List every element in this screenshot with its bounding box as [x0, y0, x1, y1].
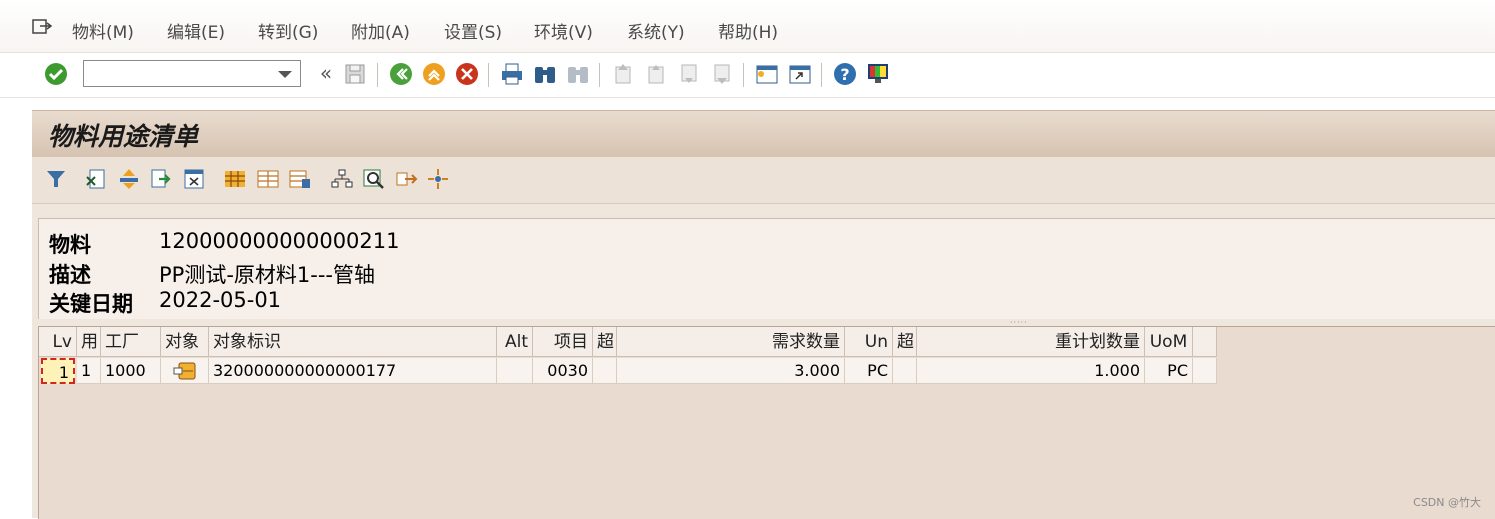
- toolbar-separator: [488, 63, 489, 87]
- menu-help[interactable]: 帮助(H): [718, 18, 778, 43]
- system-toolbar: « ?: [0, 53, 1495, 98]
- expand-icon[interactable]: [117, 167, 141, 191]
- menu-bar: 物料(M) 编辑(E) 转到(G) 附加(A) 设置(S) 环境(V) 系统(Y…: [0, 0, 1495, 53]
- filter-icon[interactable]: [44, 167, 68, 191]
- cell-alt[interactable]: [497, 358, 533, 384]
- chevron-down-icon[interactable]: [278, 71, 292, 78]
- material-value: 120000000000000211: [159, 229, 400, 253]
- splitter-handle[interactable]: ·····: [1010, 318, 1030, 327]
- left-margin: [0, 98, 32, 518]
- shortcut-icon[interactable]: [787, 61, 813, 87]
- print-icon[interactable]: [499, 61, 525, 87]
- page-title: 物料用途清单: [48, 122, 199, 151]
- next-page-icon[interactable]: [676, 61, 702, 87]
- col-header-object[interactable]: 对象: [161, 327, 209, 357]
- title-bar: 物料用途清单: [32, 110, 1495, 158]
- exit-icon[interactable]: [421, 61, 447, 87]
- col-header-required-qty[interactable]: 需求数量: [617, 327, 845, 357]
- back-icon[interactable]: [388, 61, 414, 87]
- cell-spare: [1193, 358, 1217, 384]
- layout-menu-icon[interactable]: [865, 61, 891, 87]
- watermark: CSDN @竹大: [1413, 496, 1481, 509]
- col-header-lv[interactable]: Lv: [39, 327, 77, 357]
- cell-lv[interactable]: 1: [41, 358, 75, 384]
- save-icon[interactable]: [342, 61, 368, 87]
- cell-uom[interactable]: PC: [1145, 358, 1193, 384]
- cancel-icon[interactable]: [454, 61, 480, 87]
- toolbar-separator: [821, 63, 822, 87]
- cell-required-qty[interactable]: 3.000: [617, 358, 845, 384]
- enter-check-icon[interactable]: [43, 61, 69, 87]
- col-header-replan-qty[interactable]: 重计划数量: [917, 327, 1145, 357]
- table-grid-icon[interactable]: [223, 167, 247, 191]
- cell-object-id[interactable]: 320000000000000177: [209, 358, 497, 384]
- col-header-excess-1[interactable]: 超: [593, 327, 617, 357]
- collapse-icon[interactable]: «: [313, 61, 339, 87]
- key-date-label: 关键日期: [49, 292, 133, 316]
- create-session-icon[interactable]: [754, 61, 780, 87]
- bom-object-icon[interactable]: [173, 361, 197, 381]
- menu-system[interactable]: 系统(Y): [627, 18, 685, 43]
- col-header-item[interactable]: 项目: [533, 327, 593, 357]
- toolbar-separator: [743, 63, 744, 87]
- menu-environment[interactable]: 环境(V): [534, 18, 593, 43]
- col-header-plant[interactable]: 工厂: [101, 327, 161, 357]
- navigate-icon[interactable]: [394, 167, 418, 191]
- cell-excess-2[interactable]: [893, 358, 917, 384]
- application-toolbar: [32, 157, 1495, 204]
- column-settings-icon[interactable]: [288, 167, 312, 191]
- command-input[interactable]: [87, 62, 281, 87]
- col-header-spare: [1193, 327, 1217, 357]
- cell-use[interactable]: 1: [77, 358, 101, 384]
- menu-goto[interactable]: 转到(G): [258, 18, 318, 43]
- export-excel-icon[interactable]: [84, 167, 108, 191]
- cell-unit[interactable]: PC: [845, 358, 893, 384]
- cell-replan-qty[interactable]: 1.000: [917, 358, 1145, 384]
- menu-extras[interactable]: 附加(A): [351, 18, 410, 43]
- explode-icon[interactable]: [426, 167, 450, 191]
- bom-grid: Lv 用 工厂 对象 对象标识 Alt 项目 超 需求数量 Un 超 重计划数量…: [38, 326, 1495, 519]
- menu-material[interactable]: 物料(M): [72, 18, 134, 43]
- first-page-icon[interactable]: [610, 61, 636, 87]
- key-date-value: 2022-05-01: [159, 288, 282, 312]
- menu-settings[interactable]: 设置(S): [444, 18, 502, 43]
- last-page-icon[interactable]: [709, 61, 735, 87]
- hierarchy-icon[interactable]: [330, 167, 354, 191]
- find-next-icon[interactable]: [565, 61, 591, 87]
- previous-page-icon[interactable]: [643, 61, 669, 87]
- cell-excess-1[interactable]: [593, 358, 617, 384]
- col-header-alt[interactable]: Alt: [497, 327, 533, 357]
- cell-plant[interactable]: 1000: [101, 358, 161, 384]
- magnify-icon[interactable]: [362, 167, 386, 191]
- col-header-excess-2[interactable]: 超: [893, 327, 917, 357]
- col-header-uom[interactable]: UoM: [1145, 327, 1193, 357]
- toolbar-separator: [377, 63, 378, 87]
- menu-exit-icon[interactable]: [32, 18, 54, 38]
- columns-icon[interactable]: [256, 167, 280, 191]
- delete-layout-icon[interactable]: [182, 167, 206, 191]
- help-icon[interactable]: ?: [832, 61, 858, 87]
- toolbar-separator: [599, 63, 600, 87]
- cell-object[interactable]: [161, 358, 209, 384]
- command-field[interactable]: [83, 60, 301, 87]
- menu-edit[interactable]: 编辑(E): [167, 18, 225, 43]
- col-header-use[interactable]: 用: [77, 327, 101, 357]
- find-icon[interactable]: [532, 61, 558, 87]
- description-label: 描述: [49, 263, 91, 287]
- svg-text:?: ?: [840, 65, 849, 84]
- description-value: PP测试-原材料1---管轴: [159, 263, 375, 287]
- col-header-object-id[interactable]: 对象标识: [209, 327, 497, 357]
- header-panel: 物料 120000000000000211 描述 PP测试-原材料1---管轴 …: [38, 218, 1495, 319]
- cell-item[interactable]: 0030: [533, 358, 593, 384]
- transfer-icon[interactable]: [149, 167, 173, 191]
- col-header-unit[interactable]: Un: [845, 327, 893, 357]
- material-label: 物料: [49, 233, 91, 257]
